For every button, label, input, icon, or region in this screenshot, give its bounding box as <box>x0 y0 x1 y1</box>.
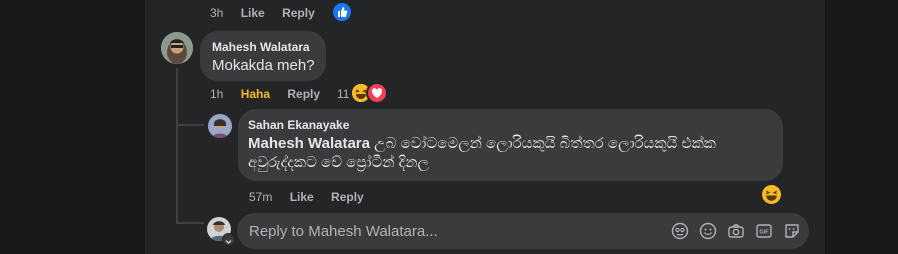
top-actions-row: 3h Like Reply <box>210 6 315 20</box>
timestamp: 1h <box>210 87 224 101</box>
love-emoji-icon[interactable] <box>366 82 388 104</box>
thread-line <box>176 124 204 126</box>
reply-link[interactable]: Reply <box>282 6 315 20</box>
like-reaction-icon[interactable] <box>333 3 351 21</box>
sticker-icon[interactable] <box>783 222 801 240</box>
comment-text: Mokakda meh? <box>212 57 315 74</box>
camera-icon[interactable] <box>727 222 745 240</box>
thread-line <box>176 68 178 223</box>
reply-link[interactable]: Reply <box>331 190 364 204</box>
emoji-icon[interactable] <box>699 222 717 240</box>
haha-reaction-link[interactable]: Haha <box>241 87 270 101</box>
avatar-sticker-icon[interactable] <box>671 222 689 240</box>
reply-actions-row: 57m Like Reply <box>249 190 364 204</box>
comment-actions-row: 1h Haha Reply <box>210 87 320 101</box>
reply-text-line-2: අවුරුද්දකට වේ ප්‍රෝටීන් දිනල <box>248 154 429 171</box>
reply-text-line-1: Mahesh Walatara උබ වෝටමෙලන් ලොරියකුයි බි… <box>248 134 716 154</box>
like-link[interactable]: Like <box>290 190 314 204</box>
gif-icon[interactable]: GIF <box>755 222 773 240</box>
avatar[interactable] <box>208 114 232 138</box>
comment-bubble: Mahesh Walatara Mokakda meh? <box>200 31 326 81</box>
chevron-down-icon[interactable] <box>222 233 235 246</box>
mention-link[interactable]: Mahesh Walatara <box>248 135 370 152</box>
reply-link[interactable]: Reply <box>287 87 320 101</box>
reply-text: උබ වෝටමෙලන් ලොරියකුයි බිත්තර ලොරියකුයි එ… <box>370 135 716 152</box>
svg-text:GIF: GIF <box>759 230 769 236</box>
timestamp: 57m <box>249 190 273 204</box>
haha-emoji-icon[interactable] <box>762 185 781 204</box>
comment-author[interactable]: Mahesh Walatara <box>212 40 310 54</box>
thread-line <box>176 222 204 224</box>
timestamp: 3h <box>210 6 224 20</box>
like-link[interactable]: Like <box>241 6 265 20</box>
reply-author[interactable]: Sahan Ekanayake <box>248 118 349 132</box>
avatar[interactable] <box>161 32 193 64</box>
reply-input[interactable] <box>237 213 657 249</box>
reaction-count[interactable]: 11 <box>337 87 349 101</box>
reply-composer: GIF <box>237 213 809 249</box>
reply-bubble: Sahan Ekanayake Mahesh Walatara උබ වෝටමෙ… <box>238 109 783 181</box>
